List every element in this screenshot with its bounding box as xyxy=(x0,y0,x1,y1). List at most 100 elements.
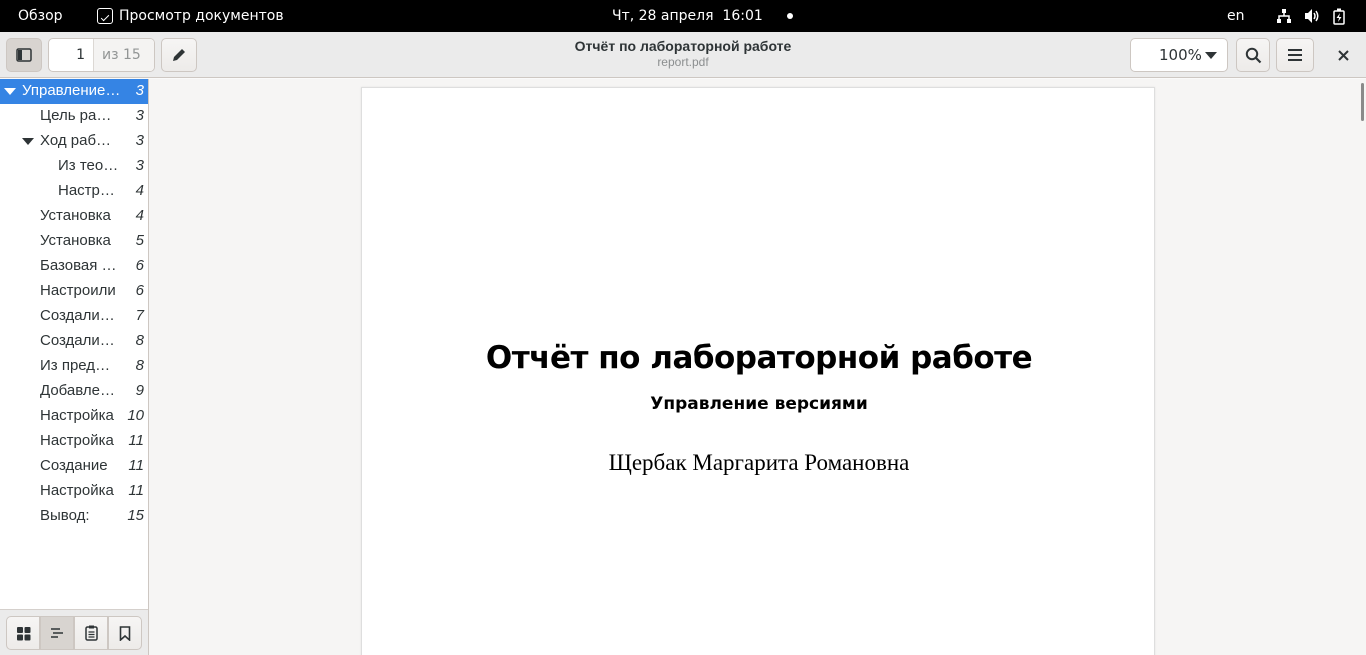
outline-item[interactable]: Ход работы 3 xyxy=(0,129,148,154)
current-page-input[interactable]: 1 xyxy=(49,39,94,71)
pdf-document-author: Щербак Маргарита Романовна xyxy=(608,450,910,475)
outline-item-page: 11 xyxy=(128,432,144,449)
outline-item[interactable]: Цель работы 3 xyxy=(0,104,148,129)
outline-item[interactable]: Настроили 6 xyxy=(0,279,148,304)
annotate-button[interactable] xyxy=(161,38,197,72)
thumbnails-tab[interactable] xyxy=(6,616,40,650)
app-menu[interactable]: Просмотр документов xyxy=(97,0,284,32)
expander-arrow-icon[interactable] xyxy=(4,88,16,95)
expander-arrow-icon[interactable] xyxy=(22,138,34,145)
outline-item-page: 4 xyxy=(135,182,144,199)
outline-item[interactable]: Из теории 3 xyxy=(0,154,148,179)
clock[interactable]: Чт, 28 апреля 16:01 xyxy=(612,0,793,32)
search-button[interactable] xyxy=(1236,38,1270,72)
zoom-value: 100% xyxy=(1159,46,1202,64)
outline-item-label: Из предложенных xyxy=(40,357,118,374)
annotations-tab[interactable] xyxy=(74,616,108,650)
bookmark-icon xyxy=(119,625,131,641)
outline-item-label: Цель работы xyxy=(40,107,118,124)
outline-item-page: 4 xyxy=(135,207,144,224)
hamburger-menu-icon xyxy=(1288,49,1302,61)
outline-item-label: Из теории xyxy=(58,157,120,174)
pdf-document-title: Отчёт по лабораторной работе xyxy=(485,340,1033,376)
chevron-down-icon xyxy=(1205,51,1217,59)
outline-item[interactable]: Управление версиями 3 xyxy=(0,79,148,104)
outline-item-label: Создание xyxy=(40,457,108,474)
outline-item-label: Вывод: xyxy=(40,507,90,524)
document-outline: Управление версиями3Цель работы3Ход рабо… xyxy=(0,79,148,529)
pdf-page: Отчёт по лабораторной работе Управление … xyxy=(361,87,1155,655)
outline-item[interactable]: Установка 4 xyxy=(0,204,148,229)
activities-button[interactable]: Обзор xyxy=(18,0,63,32)
outline-item-page: 15 xyxy=(127,507,144,524)
outline-item-label: Настройка xyxy=(58,182,120,199)
outline-item[interactable]: Вывод: 15 xyxy=(0,504,148,529)
outline-item-label: Настройка xyxy=(40,407,114,424)
window-title: Отчёт по лабораторной работе report.pdf xyxy=(433,38,933,70)
zoom-selector[interactable]: 100% xyxy=(1130,38,1228,72)
outline-item-label: Настройка xyxy=(40,482,114,499)
outline-list-icon xyxy=(51,628,63,638)
page-count-label: из 15 xyxy=(94,39,154,71)
outline-item[interactable]: Настройка 10 xyxy=(0,404,148,429)
outline-item-page: 9 xyxy=(135,382,144,399)
outline-item-page: 6 xyxy=(135,257,144,274)
document-filename: report.pdf xyxy=(657,55,709,69)
main-menu-button[interactable] xyxy=(1276,38,1314,72)
clipboard-icon xyxy=(84,625,98,641)
outline-item-label: Настройка xyxy=(40,432,114,449)
close-window-button[interactable] xyxy=(1328,38,1358,72)
keyboard-layout-indicator[interactable]: en xyxy=(1227,0,1245,32)
vertical-scrollbar[interactable] xyxy=(1361,83,1364,121)
system-menu[interactable] xyxy=(1276,0,1345,32)
outline-item-page: 3 xyxy=(135,107,144,124)
notification-dot-icon xyxy=(786,13,793,19)
outline-item[interactable]: Настройка 4 xyxy=(0,179,148,204)
pencil-icon xyxy=(173,49,185,61)
outline-item-page: 3 xyxy=(135,157,144,174)
sidebar: Управление версиями3Цель работы3Ход рабо… xyxy=(0,79,149,655)
outline-item-page: 8 xyxy=(135,332,144,349)
outline-item[interactable]: Настройка 11 xyxy=(0,429,148,454)
grid-icon xyxy=(16,626,30,640)
battery-icon xyxy=(1333,8,1345,25)
outline-item-page: 3 xyxy=(135,82,144,99)
outline-item-page: 11 xyxy=(128,482,144,499)
volume-icon xyxy=(1305,9,1319,23)
outline-item-label: Создали ключ xyxy=(40,307,118,324)
app-name: Просмотр документов xyxy=(119,8,284,24)
outline-item-page: 3 xyxy=(135,132,144,149)
document-viewer-icon xyxy=(97,8,113,24)
outline-item-page: 11 xyxy=(128,457,144,474)
outline-item-page: 8 xyxy=(135,357,144,374)
sidebar-toggle-button[interactable] xyxy=(6,38,42,72)
sidebar-view-switcher xyxy=(0,609,148,655)
outline-item-page: 7 xyxy=(135,307,144,324)
outline-item[interactable]: Создание 11 xyxy=(0,454,148,479)
network-icon xyxy=(1277,9,1291,23)
outline-item[interactable]: Настройка 11 xyxy=(0,479,148,504)
outline-item[interactable]: Из предложенных 8 xyxy=(0,354,148,379)
bookmarks-tab[interactable] xyxy=(108,616,142,650)
outline-item-label: Создали ключ xyxy=(40,332,118,349)
search-icon xyxy=(1245,47,1261,63)
outline-item-label: Установка xyxy=(40,207,111,224)
outline-item-label: Ход работы xyxy=(40,132,118,149)
outline-item-label: Базовая настройка xyxy=(40,257,118,274)
outline-item[interactable]: Установка 5 xyxy=(0,229,148,254)
outline-tab[interactable] xyxy=(40,616,74,650)
document-view[interactable]: Отчёт по лабораторной работе Управление … xyxy=(149,79,1366,655)
outline-item[interactable]: Создали ключ 7 xyxy=(0,304,148,329)
top-bar: Обзор Просмотр документов Чт, 28 апреля … xyxy=(0,0,1366,32)
outline-item[interactable]: Создали ключ 8 xyxy=(0,329,148,354)
outline-item-label: Добавление xyxy=(40,382,118,399)
document-viewer-window: 1 из 15 Отчёт по лабораторной работе rep… xyxy=(0,32,1366,655)
outline-item-label: Управление версиями xyxy=(22,82,122,99)
document-title: Отчёт по лабораторной работе xyxy=(574,38,792,54)
page-number-entry[interactable]: 1 из 15 xyxy=(48,38,155,72)
outline-item[interactable]: Базовая настройка 6 xyxy=(0,254,148,279)
header-bar: 1 из 15 Отчёт по лабораторной работе rep… xyxy=(0,32,1366,78)
outline-item[interactable]: Добавление 9 xyxy=(0,379,148,404)
outline-item-label: Установка xyxy=(40,232,111,249)
sidebar-icon xyxy=(16,48,32,62)
